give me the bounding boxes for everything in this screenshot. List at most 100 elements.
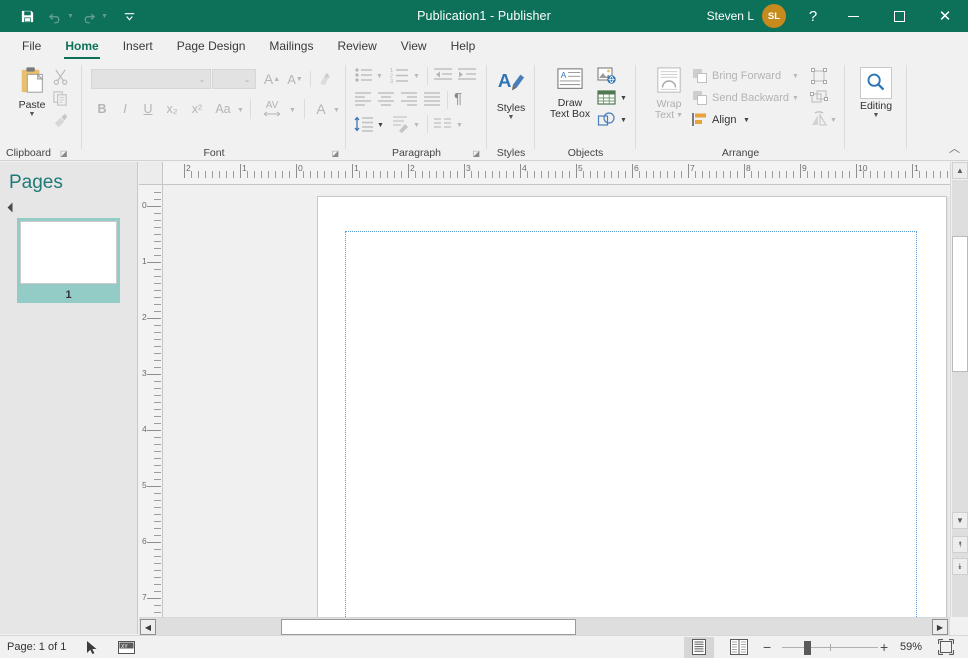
character-spacing-label: AV (266, 100, 279, 111)
paste-dropdown-icon[interactable]: ▼ (29, 112, 36, 118)
clipboard-dialog-launcher[interactable]: ◪ (60, 149, 68, 158)
maximize-button[interactable] (876, 0, 922, 32)
draw-text-box-label-line2: Text Box (550, 109, 590, 120)
wrap-text-icon (655, 67, 683, 97)
scroll-up-icon[interactable]: ▲ (952, 162, 968, 179)
wrap-text-dropdown-icon: ▼ (676, 113, 683, 119)
previous-page-icon[interactable]: ⯭ (952, 536, 968, 553)
svg-text:A: A (561, 70, 567, 80)
fit-page-icon[interactable] (938, 639, 954, 655)
save-icon[interactable] (14, 4, 40, 28)
horizontal-scrollbar[interactable]: ◀ ▶ (139, 617, 950, 635)
customize-quick-access-toolbar-icon[interactable] (117, 4, 143, 28)
show-special-characters-icon: ¶ (454, 90, 462, 107)
group-label-clipboard: Clipboard (6, 147, 51, 159)
columns-dropdown-icon: ▼ (456, 123, 463, 129)
send-backward-label: Send Backward (712, 92, 789, 104)
group-label-font: Font (82, 147, 346, 159)
horizontal-scrollbar-thumb[interactable] (281, 619, 576, 635)
tab-page-design[interactable]: Page Design (165, 32, 258, 59)
single-page-view-button[interactable] (684, 637, 714, 658)
shapes-dropdown-icon[interactable]: ▼ (620, 118, 627, 124)
redo-icon[interactable] (76, 4, 102, 28)
paste-icon (17, 65, 47, 98)
next-page-icon[interactable]: ⯯ (952, 558, 968, 575)
shrink-font-icon: A▼ (285, 69, 305, 89)
zoom-slider-thumb[interactable] (804, 641, 811, 655)
editing-button[interactable]: Editing ▼ (855, 67, 897, 119)
bring-forward-icon (692, 68, 708, 84)
quick-access-toolbar: ▼ ▼ (0, 0, 143, 32)
shapes-icon[interactable] (597, 111, 617, 129)
clear-formatting-icon: A (316, 70, 334, 88)
paragraph-dialog-launcher[interactable]: ◪ (472, 149, 480, 158)
scroll-right-icon[interactable]: ▶ (932, 619, 948, 635)
line-spacing-icon (354, 115, 374, 133)
scroll-left-icon[interactable]: ◀ (140, 619, 156, 635)
font-size-input[interactable]: ⌄ (212, 69, 256, 89)
account-area[interactable]: Steven L SL (707, 4, 786, 28)
undo-dropdown-icon[interactable]: ▼ (67, 13, 74, 20)
table-icon[interactable] (597, 89, 617, 106)
tab-home[interactable]: Home (53, 32, 110, 59)
paste-button[interactable]: Paste ▼ (8, 65, 56, 118)
tab-file[interactable]: File (10, 32, 53, 59)
styles-button[interactable]: A Styles ▼ (491, 68, 531, 121)
table-dropdown-icon[interactable]: ▼ (620, 96, 627, 102)
decrease-indent-icon (433, 66, 453, 84)
tab-help[interactable]: Help (439, 32, 488, 59)
tab-view[interactable]: View (389, 32, 439, 59)
numbering-dropdown-icon: ▼ (413, 74, 420, 80)
page-thumbnail-1[interactable]: 1 (17, 218, 120, 303)
ruler-corner[interactable] (139, 162, 163, 185)
document-canvas[interactable] (163, 185, 950, 617)
vruler-tick-3: 3 (142, 368, 147, 378)
wrap-text-label-line2: Text (655, 110, 674, 121)
svg-text:3: 3 (390, 79, 393, 84)
tab-mailings[interactable]: Mailings (257, 32, 325, 59)
group-label-objects: Objects (535, 147, 636, 159)
undo-icon[interactable] (42, 4, 68, 28)
font-dialog-launcher[interactable]: ◪ (331, 149, 339, 158)
send-backward-dropdown-icon: ▼ (792, 96, 799, 102)
insert-picture-icon[interactable] (597, 66, 617, 85)
font-name-dropdown-icon[interactable]: ⌄ (194, 75, 210, 84)
vertical-scrollbar-thumb[interactable] (952, 236, 968, 372)
align-label: Align (712, 114, 736, 126)
title-bar-right: Steven L SL ? ✕ (707, 0, 968, 32)
zoom-out-button[interactable]: − (763, 639, 771, 655)
avatar[interactable]: SL (762, 4, 786, 28)
scroll-down-icon[interactable]: ▼ (952, 512, 968, 529)
align-dropdown-icon[interactable]: ▼ (743, 118, 750, 124)
draw-text-box-button[interactable]: A Draw Text Box (542, 67, 598, 120)
ribbon-group-clipboard: Paste ▼ Clipboard ◪ (0, 59, 82, 161)
vruler-tick-6: 6 (142, 536, 147, 546)
align-objects-icon[interactable] (692, 112, 708, 128)
vruler-tick-2: 2 (142, 312, 147, 322)
rotate-icon (810, 111, 828, 129)
redo-dropdown-icon[interactable]: ▼ (101, 13, 108, 20)
tab-insert[interactable]: Insert (111, 32, 165, 59)
line-spacing-dropdown-icon[interactable]: ▼ (377, 123, 384, 129)
help-button[interactable]: ? (796, 0, 830, 32)
copy-icon (52, 90, 69, 107)
horizontal-ruler[interactable]: 2 1 0 1 2 3 4 5 6 7 8 9 10 1 (163, 162, 950, 185)
collapse-ribbon-icon[interactable]: ︿ (949, 140, 960, 156)
zoom-in-button[interactable]: + (880, 639, 888, 655)
justify-icon (423, 91, 441, 107)
editing-dropdown-icon[interactable]: ▼ (873, 113, 880, 119)
svg-text:A: A (325, 74, 329, 80)
collapse-pages-pane-icon[interactable] (8, 203, 18, 213)
font-size-dropdown-icon[interactable]: ⌄ (239, 75, 255, 84)
styles-dropdown-icon[interactable]: ▼ (508, 115, 515, 121)
vertical-scrollbar[interactable]: ▲ ▼ ⯭ ⯯ (950, 162, 968, 617)
font-name-input[interactable]: ⌄ (91, 69, 211, 89)
page-thumbnail-number: 1 (17, 289, 120, 301)
rotate-dropdown-icon: ▼ (830, 118, 837, 124)
two-page-spread-button[interactable] (724, 637, 754, 658)
svg-text:XY: XY (121, 643, 128, 649)
vertical-ruler[interactable]: 0 1 2 3 4 5 6 7 (139, 185, 163, 617)
tab-review[interactable]: Review (325, 32, 388, 59)
minimize-button[interactable] (830, 0, 876, 32)
close-button[interactable]: ✕ (922, 0, 968, 32)
